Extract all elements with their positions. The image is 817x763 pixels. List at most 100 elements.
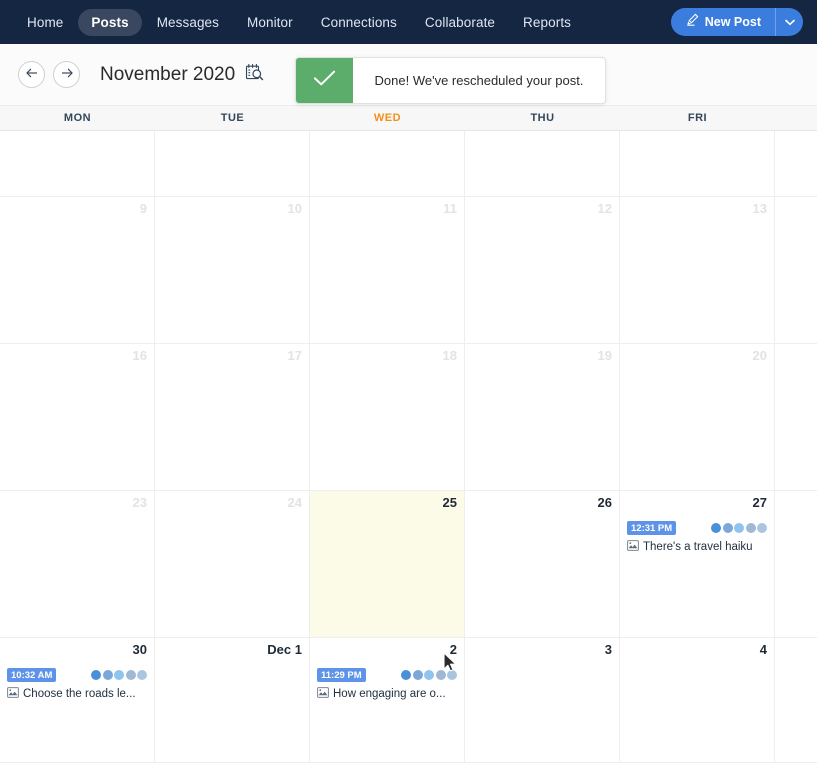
day-number: 27 bbox=[752, 495, 767, 510]
post-time-badge: 10:32 AM bbox=[7, 668, 57, 682]
post-social-icons bbox=[91, 670, 147, 680]
image-thumbnail-icon bbox=[627, 538, 639, 556]
calendar-day-cell[interactable]: 24 bbox=[155, 491, 310, 637]
scheduled-post[interactable]: 10:32 AM Choose the roads le... bbox=[7, 668, 147, 703]
calendar-day-cell[interactable] bbox=[155, 131, 310, 196]
day-number: 30 bbox=[132, 642, 147, 657]
nav-item-collaborate[interactable]: Collaborate bbox=[412, 9, 508, 36]
post-title-text: Choose the roads le... bbox=[23, 688, 136, 700]
calendar-day-cell[interactable]: 10 bbox=[155, 197, 310, 343]
calendar-day-cell[interactable]: 23 bbox=[0, 491, 155, 637]
calendar-week-row: 16 17 18 19 20 bbox=[0, 344, 817, 491]
calendar-day-cell[interactable] bbox=[775, 491, 817, 637]
calendar-day-cell[interactable]: 13 bbox=[620, 197, 775, 343]
day-number: Dec 1 bbox=[267, 642, 302, 657]
calendar-day-cell[interactable]: 26 bbox=[465, 491, 620, 637]
next-month-button[interactable] bbox=[53, 61, 80, 88]
pinterest-icon bbox=[137, 670, 147, 680]
calendar-day-cell[interactable]: 11 bbox=[310, 197, 465, 343]
post-header: 11:29 PM bbox=[317, 668, 457, 682]
calendar-day-cell[interactable]: 16 bbox=[0, 344, 155, 490]
post-body: Choose the roads le... bbox=[7, 685, 147, 703]
pencil-icon bbox=[686, 13, 699, 31]
nav-item-home[interactable]: Home bbox=[14, 9, 76, 36]
twitter-icon bbox=[734, 523, 744, 533]
day-number bbox=[782, 202, 817, 217]
calendar-day-cell[interactable]: 17 bbox=[155, 344, 310, 490]
calendar-day-cell[interactable]: 19 bbox=[465, 344, 620, 490]
arrow-right-icon bbox=[60, 66, 74, 84]
calendar-day-cell[interactable]: 9 bbox=[0, 197, 155, 343]
calendar-day-cell[interactable] bbox=[775, 344, 817, 490]
nav-item-messages[interactable]: Messages bbox=[144, 9, 232, 36]
day-number: 2 bbox=[449, 642, 457, 657]
day-number bbox=[472, 136, 612, 151]
calendar-day-cell[interactable] bbox=[775, 131, 817, 196]
post-time-badge: 11:29 PM bbox=[317, 668, 366, 682]
new-post-button[interactable]: New Post bbox=[670, 8, 803, 36]
calendar-day-cell[interactable]: 20 bbox=[620, 344, 775, 490]
nav-item-reports[interactable]: Reports bbox=[510, 9, 584, 36]
calendar-day-cell[interactable] bbox=[310, 131, 465, 196]
day-number: 4 bbox=[759, 642, 767, 657]
day-number: 11 bbox=[443, 201, 457, 216]
page-title: November 2020 bbox=[100, 63, 236, 85]
calendar-weekday-header: MON TUE WED THU FRI bbox=[0, 106, 817, 131]
weekday-header-wed: WED bbox=[373, 112, 402, 124]
post-body: How engaging are o... bbox=[317, 685, 457, 703]
previous-month-button[interactable] bbox=[18, 61, 45, 88]
day-number: 17 bbox=[287, 348, 302, 363]
day-number: 20 bbox=[752, 348, 767, 363]
calendar-search-icon[interactable] bbox=[245, 63, 264, 87]
new-post-main-action[interactable]: New Post bbox=[671, 8, 775, 36]
post-body: There's a travel haiku bbox=[627, 538, 767, 556]
day-number: 9 bbox=[139, 201, 147, 216]
linkedin-icon bbox=[125, 670, 136, 680]
calendar-day-cell[interactable]: 3 bbox=[465, 638, 620, 762]
day-number bbox=[317, 136, 457, 151]
calendar-day-cell[interactable]: 18 bbox=[310, 344, 465, 490]
calendar-day-cell[interactable]: 25 bbox=[310, 491, 465, 637]
twitter-icon bbox=[424, 670, 434, 680]
weekday-header-mon: MON bbox=[63, 112, 92, 124]
day-number bbox=[782, 349, 817, 364]
calendar-day-cell[interactable] bbox=[0, 131, 155, 196]
post-social-icons bbox=[401, 670, 457, 680]
day-number bbox=[7, 136, 147, 151]
calendar-day-cell[interactable]: 4 bbox=[620, 638, 775, 762]
weekday-header-fri: FRI bbox=[687, 112, 708, 124]
pinterest-icon bbox=[757, 523, 767, 533]
nav-item-monitor[interactable]: Monitor bbox=[234, 9, 306, 36]
calendar-week-row: 9 10 11 12 13 bbox=[0, 197, 817, 344]
calendar-day-cell[interactable] bbox=[620, 131, 775, 196]
calendar-day-cell[interactable]: 27 12:31 PM There's a travel haiku bbox=[620, 491, 775, 637]
post-title-text: There's a travel haiku bbox=[643, 541, 753, 553]
checkmark-icon bbox=[313, 69, 336, 92]
day-number: 19 bbox=[597, 348, 612, 363]
calendar-grid: 9 10 11 12 13 16 17 18 19 20 23 24 25 26 27 12:31 PM The… bbox=[0, 131, 817, 763]
day-number: 23 bbox=[132, 495, 147, 510]
linkedin-icon bbox=[435, 670, 446, 680]
day-number: 12 bbox=[597, 201, 612, 216]
toast-icon-panel bbox=[296, 58, 353, 103]
nav-item-connections[interactable]: Connections bbox=[308, 9, 410, 36]
calendar-week-row: 30 10:32 AM Choose the roads le... Dec 1 2 11… bbox=[0, 638, 817, 763]
instagram-icon bbox=[412, 670, 423, 680]
calendar-day-cell[interactable]: 2 11:29 PM How engaging are o... bbox=[310, 638, 465, 762]
calendar-day-cell[interactable]: 30 10:32 AM Choose the roads le... bbox=[0, 638, 155, 762]
calendar-day-cell[interactable] bbox=[775, 197, 817, 343]
post-title-text: How engaging are o... bbox=[333, 688, 446, 700]
day-number: 25 bbox=[442, 495, 457, 510]
new-post-label: New Post bbox=[704, 15, 761, 29]
new-post-dropdown-toggle[interactable] bbox=[775, 8, 803, 36]
calendar-day-cell[interactable] bbox=[775, 638, 817, 762]
scheduled-post[interactable]: 12:31 PM There's a travel haiku bbox=[627, 521, 767, 556]
calendar-day-cell[interactable]: Dec 1 bbox=[155, 638, 310, 762]
image-thumbnail-icon bbox=[317, 685, 329, 703]
day-number: 10 bbox=[287, 201, 302, 216]
scheduled-post[interactable]: 11:29 PM How engaging are o... bbox=[317, 668, 457, 703]
calendar-day-cell[interactable] bbox=[465, 131, 620, 196]
nav-item-posts[interactable]: Posts bbox=[78, 8, 142, 36]
calendar-day-cell[interactable]: 12 bbox=[465, 197, 620, 343]
day-number bbox=[782, 496, 817, 511]
